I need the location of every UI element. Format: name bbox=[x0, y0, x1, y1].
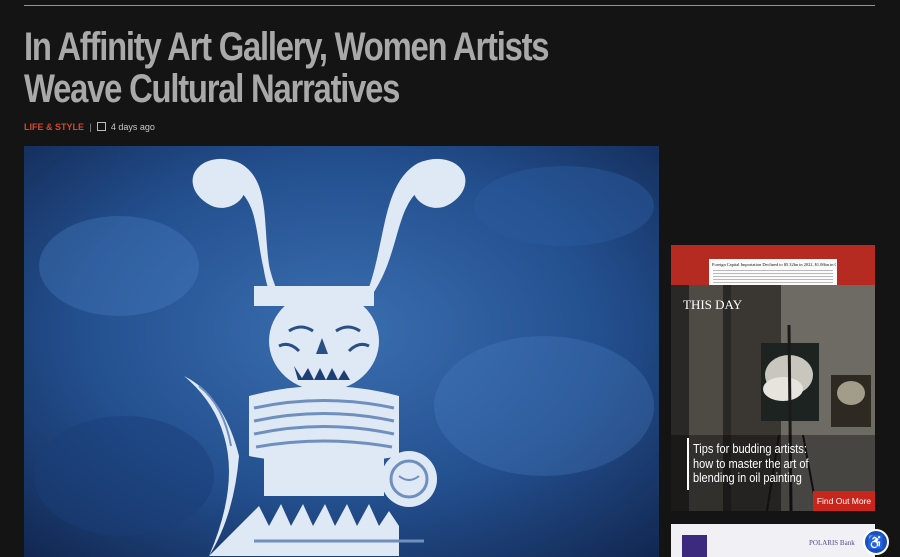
sidebar-ad[interactable]: Foreign Capital Importation Declined to … bbox=[671, 245, 875, 511]
article-meta: LIFE & STYLE | 4 days ago bbox=[24, 122, 155, 132]
bank-logo-icon bbox=[682, 535, 707, 557]
hero-image[interactable] bbox=[24, 146, 659, 557]
meta-separator: | bbox=[89, 122, 92, 132]
article-date: 4 days ago bbox=[110, 122, 155, 132]
ad2-brand: POLARIS Bank bbox=[809, 539, 855, 547]
sidebar-ad-2[interactable]: POLARIS Bank bbox=[671, 524, 875, 557]
article-title: In Affinity Art Gallery, Women Artists W… bbox=[24, 25, 550, 111]
hero-artwork bbox=[24, 146, 659, 557]
ad-newspaper-headline: Foreign Capital Importation Declined to … bbox=[712, 262, 836, 267]
accessibility-icon[interactable]: ♿ bbox=[863, 529, 889, 555]
ad-logo: THIS DAY bbox=[683, 297, 743, 312]
ad-text: Tips for budding artists: how to master … bbox=[693, 442, 809, 485]
ad-text-bar bbox=[687, 438, 689, 490]
calendar-icon bbox=[97, 122, 107, 131]
find-out-more-button[interactable]: Find Out More bbox=[813, 491, 875, 511]
category-link[interactable]: LIFE & STYLE bbox=[24, 122, 84, 132]
ad-newspaper-lines bbox=[713, 269, 833, 283]
top-rule bbox=[24, 5, 875, 6]
